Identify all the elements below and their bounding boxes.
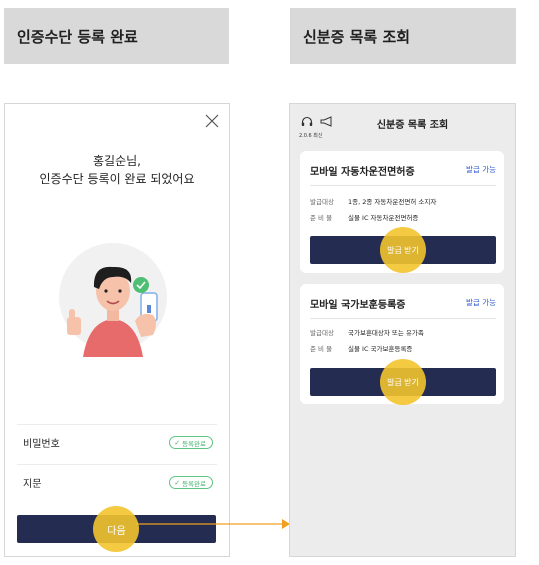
screen-title: 신분증 목록 조회 <box>376 120 449 131</box>
card-title: 모바일 국가보훈등록증 <box>310 300 406 311</box>
id-list-screen: 2.0.6 최신 신분증 목록 조회 모바일 자동차운전면허증 발급 가능 발급… <box>289 103 516 557</box>
card-row-target: 발급대상 국가보훈대상자 또는 유가족 <box>310 327 424 337</box>
left-section-header: 인증수단 등록 완료 <box>4 8 229 64</box>
row-key: 발급대상 <box>310 329 334 337</box>
top-bar: 2.0.6 최신 신분증 목록 조회 <box>290 104 515 142</box>
arrow-right-icon <box>136 519 290 529</box>
id-card-veteran: 모바일 국가보훈등록증 발급 가능 발급대상 국가보훈대상자 또는 유가족 준 … <box>300 284 504 405</box>
check-icon: ✓ <box>174 438 181 447</box>
person-phone-illustration <box>59 243 167 357</box>
close-icon[interactable] <box>205 114 219 128</box>
id-card-driver-license: 모바일 자동차운전면허증 발급 가능 발급대상 1종, 2종 자동차운전면허 소… <box>300 151 504 273</box>
row-value: 실물 IC 자동차운전면허증 <box>348 214 419 222</box>
row-key: 발급대상 <box>310 198 334 206</box>
fingerprint-label: 지문 <box>23 479 42 490</box>
card-divider <box>310 185 496 186</box>
row-key: 준 비 물 <box>310 214 333 222</box>
issue-button-label: 발급 받기 <box>387 245 419 255</box>
auth-row-fingerprint: 지문 ✓ 등록완료 <box>17 464 217 500</box>
row-value: 실물 IC 국가보훈등록증 <box>348 345 413 353</box>
row-value: 1종, 2종 자동차운전면허 소지자 <box>348 198 437 206</box>
password-label: 비밀번호 <box>23 439 60 450</box>
auth-complete-screen: 홍길순님, 인증수단 등록이 완료 되었어요 비밀번호 ✓ 등록완료 지문 ✓ … <box>4 103 230 557</box>
issue-status: 발급 가능 <box>466 165 496 174</box>
app-version: 2.0.6 최신 <box>299 133 323 139</box>
card-row-requirement: 준 비 물 실물 IC 국가보훈등록증 <box>310 343 412 353</box>
badge-text: 등록완료 <box>182 439 206 448</box>
issue-status: 발급 가능 <box>466 298 496 307</box>
card-title: 모바일 자동차운전면허증 <box>310 167 415 178</box>
registered-badge: ✓ 등록완료 <box>169 436 213 449</box>
issue-button[interactable]: 발급 받기 <box>310 359 496 405</box>
row-key: 준 비 물 <box>310 345 333 353</box>
registered-badge: ✓ 등록완료 <box>169 476 213 489</box>
row-value: 국가보훈대상자 또는 유가족 <box>348 329 424 337</box>
right-section-header: 신분증 목록 조회 <box>290 8 516 64</box>
card-row-requirement: 준 비 물 실물 IC 자동차운전면허증 <box>310 212 418 222</box>
card-row-target: 발급대상 1종, 2종 자동차운전면허 소지자 <box>310 196 436 206</box>
issue-button-label: 발급 받기 <box>387 377 419 387</box>
completion-message: 홍길순님, 인증수단 등록이 완료 되었어요 <box>5 152 229 188</box>
auth-row-password: 비밀번호 ✓ 등록완료 <box>17 424 217 460</box>
badge-text: 등록완료 <box>182 479 206 488</box>
card-divider <box>310 318 496 319</box>
user-greeting: 홍길순님, <box>93 154 141 168</box>
issue-button[interactable]: 발급 받기 <box>310 227 496 273</box>
completion-text: 인증수단 등록이 완료 되었어요 <box>39 172 195 186</box>
next-button-label: 다음 <box>107 525 126 537</box>
check-icon: ✓ <box>174 478 181 487</box>
